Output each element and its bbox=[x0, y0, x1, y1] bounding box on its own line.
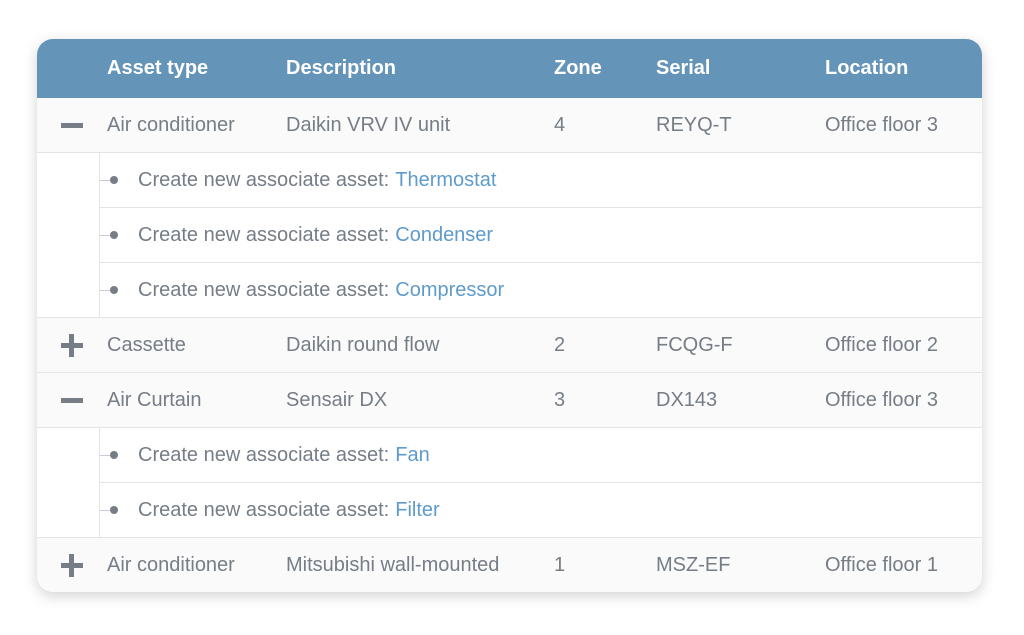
create-associate-asset-link[interactable]: Filter bbox=[395, 499, 439, 522]
child-indent-spacer bbox=[37, 428, 100, 537]
create-associate-asset-link[interactable]: Compressor bbox=[395, 279, 504, 302]
cell-asset-type: Air conditioner bbox=[107, 553, 235, 576]
table-row[interactable]: Air conditioner Mitsubishi wall-mounted 1 M… bbox=[37, 537, 982, 592]
tree-connector-line bbox=[100, 179, 110, 181]
expand-row-button[interactable] bbox=[60, 333, 84, 357]
cell-zone: 4 bbox=[554, 113, 566, 136]
header-toggle-spacer bbox=[37, 39, 107, 98]
create-associate-asset-link[interactable]: Condenser bbox=[395, 224, 493, 247]
row-toggle-cell bbox=[37, 373, 107, 427]
child-asset-group: Create new associate asset: Fan Create new… bbox=[37, 427, 982, 537]
cell-asset-type: Air conditioner bbox=[107, 113, 235, 136]
cell-description: Mitsubishi wall-mounted bbox=[286, 553, 500, 576]
asset-table: Asset type Description Zone Serial Locat… bbox=[37, 39, 982, 592]
child-asset-item: Create new associate asset: Condenser bbox=[100, 207, 982, 262]
tree-connector-line bbox=[100, 454, 110, 456]
cell-location: Office floor 1 bbox=[825, 553, 939, 576]
row-toggle-cell bbox=[37, 538, 107, 592]
cell-description: Daikin VRV IV unit bbox=[286, 113, 451, 136]
cell-location: Office floor 2 bbox=[825, 333, 939, 356]
bullet-icon bbox=[110, 176, 118, 184]
child-asset-list: Create new associate asset: Thermostat Cre… bbox=[100, 153, 982, 317]
child-asset-item: Create new associate asset: Filter bbox=[100, 482, 982, 537]
create-associate-label: Create new associate asset: bbox=[138, 443, 390, 466]
create-associate-label: Create new associate asset: bbox=[138, 498, 390, 521]
child-asset-item: Create new associate asset: Thermostat bbox=[100, 153, 982, 207]
create-associate-label: Create new associate asset: bbox=[138, 168, 390, 191]
column-header-serial[interactable]: Serial bbox=[656, 57, 825, 80]
tree-connector-line bbox=[100, 509, 110, 511]
cell-description: Sensair DX bbox=[286, 388, 388, 411]
column-header-location[interactable]: Location bbox=[825, 57, 975, 80]
cell-serial: MSZ-EF bbox=[656, 553, 731, 576]
cell-zone: 3 bbox=[554, 388, 566, 411]
table-row[interactable]: Air Curtain Sensair DX 3 DX143 Office floor … bbox=[37, 372, 982, 427]
cell-location: Office floor 3 bbox=[825, 388, 939, 411]
child-indent-spacer bbox=[37, 153, 100, 317]
expand-row-button[interactable] bbox=[60, 553, 84, 577]
create-associate-asset-link[interactable]: Thermostat bbox=[395, 169, 496, 192]
bullet-icon bbox=[110, 231, 118, 239]
column-header-asset-type[interactable]: Asset type bbox=[107, 57, 286, 80]
cell-zone: 2 bbox=[554, 333, 566, 356]
child-asset-list: Create new associate asset: Fan Create new… bbox=[100, 428, 982, 537]
table-row[interactable]: Cassette Daikin round flow 2 FCQG-F Office f… bbox=[37, 317, 982, 372]
table-row[interactable]: Air conditioner Daikin VRV IV unit 4 REYQ-T… bbox=[37, 98, 982, 152]
table-body: Air conditioner Daikin VRV IV unit 4 REYQ-T… bbox=[37, 98, 982, 592]
icon-bar-horizontal bbox=[61, 398, 83, 403]
child-asset-item: Create new associate asset: Fan bbox=[100, 428, 982, 482]
tree-connector-line bbox=[100, 234, 110, 236]
create-associate-label: Create new associate asset: bbox=[138, 278, 390, 301]
icon-bar-horizontal bbox=[61, 123, 83, 128]
column-header-zone[interactable]: Zone bbox=[554, 57, 656, 80]
column-header-description[interactable]: Description bbox=[286, 57, 554, 80]
cell-asset-type: Cassette bbox=[107, 333, 186, 356]
child-asset-item: Create new associate asset: Compressor bbox=[100, 262, 982, 317]
tree-connector-line bbox=[100, 289, 110, 291]
cell-asset-type: Air Curtain bbox=[107, 388, 202, 411]
bullet-icon bbox=[110, 506, 118, 514]
cell-zone: 1 bbox=[554, 553, 566, 576]
cell-location: Office floor 3 bbox=[825, 113, 939, 136]
create-associate-asset-link[interactable]: Fan bbox=[395, 444, 429, 467]
collapse-row-button[interactable] bbox=[60, 113, 84, 137]
cell-serial: REYQ-T bbox=[656, 113, 732, 136]
child-asset-group: Create new associate asset: Thermostat Cre… bbox=[37, 152, 982, 317]
icon-bar-vertical bbox=[69, 334, 74, 357]
bullet-icon bbox=[110, 451, 118, 459]
row-toggle-cell bbox=[37, 98, 107, 152]
create-associate-label: Create new associate asset: bbox=[138, 223, 390, 246]
collapse-row-button[interactable] bbox=[60, 388, 84, 412]
cell-description: Daikin round flow bbox=[286, 333, 440, 356]
cell-serial: DX143 bbox=[656, 388, 718, 411]
row-toggle-cell bbox=[37, 318, 107, 372]
bullet-icon bbox=[110, 286, 118, 294]
cell-serial: FCQG-F bbox=[656, 333, 733, 356]
table-header: Asset type Description Zone Serial Locat… bbox=[37, 39, 982, 98]
icon-bar-vertical bbox=[69, 554, 74, 577]
